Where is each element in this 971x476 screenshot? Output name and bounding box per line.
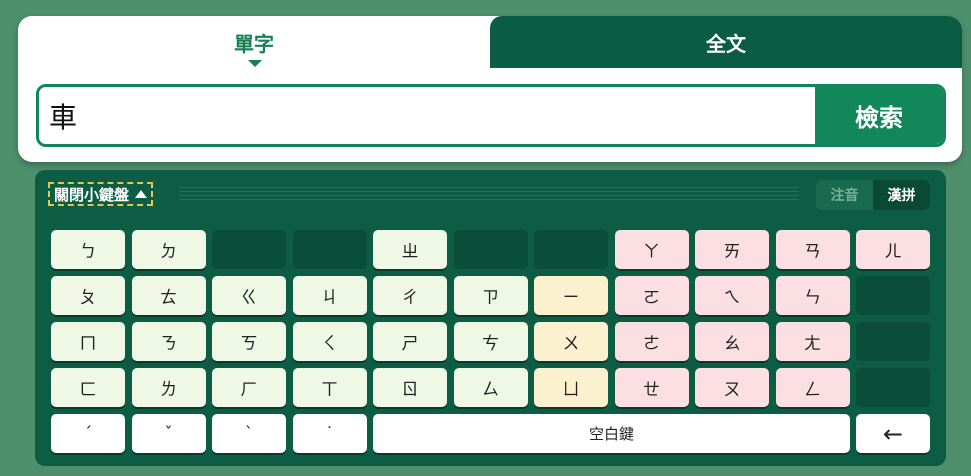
caret-up-icon [135,190,148,198]
zhuyin-key[interactable]: ㄔ [373,276,447,315]
empty-key-slot [453,230,528,269]
zhuyin-keyboard: 關閉小鍵盤 注音 漢拼 ㄅㄉ ㄓ ㄚㄞㄢㄦㄆㄊㄍㄐㄔㄗㄧㄛㄟㄣㄇㄋㄎㄑㄕㄘㄨㄜㄠㄤㄈ… [35,170,946,466]
decorative-lines [179,187,799,201]
zhuyin-key[interactable]: ㄘ [453,322,528,361]
zhuyin-key[interactable]: ㄛ [614,276,689,315]
zhuyin-key[interactable]: ㄠ [695,322,769,361]
neutral-tone-key[interactable]: ˙ [292,414,367,453]
zhuyin-key[interactable]: ㄅ [51,230,125,269]
search-button[interactable]: 檢索 [815,87,943,144]
search-bar: 檢索 [36,84,946,147]
search-input[interactable] [39,87,815,144]
zhuyin-key[interactable]: ㄩ [534,368,608,407]
zhuyin-key[interactable]: ㄊ [131,276,206,315]
zhuyin-key[interactable]: ㄉ [131,230,206,269]
zhuyin-key[interactable]: ㄍ [212,276,286,315]
zhuyin-key[interactable]: ㄗ [453,276,528,315]
tab-single-character[interactable]: 單字 [18,16,490,68]
mode-hanyu-pinyin[interactable]: 漢拼 [873,180,930,210]
active-tab-caret-icon [248,60,262,67]
tone-4-key[interactable]: ˋ [212,414,286,453]
zhuyin-key[interactable]: ㄦ [856,230,930,269]
space-key[interactable]: 空白鍵 [373,414,850,453]
tab-full-text[interactable]: 全文 [490,16,962,68]
backspace-key[interactable]: ← [856,414,930,453]
zhuyin-key[interactable]: ㄕ [373,322,447,361]
zhuyin-key[interactable]: ㄧ [534,276,608,315]
zhuyin-key[interactable]: ㄑ [292,322,367,361]
close-keyboard-button[interactable]: 關閉小鍵盤 [48,182,154,206]
zhuyin-key[interactable]: ㄟ [695,276,769,315]
zhuyin-key[interactable]: ㄌ [131,368,206,407]
mode-zhuyin[interactable]: 注音 [816,180,873,210]
zhuyin-key[interactable]: ㄥ [775,368,850,407]
empty-key-slot [856,368,930,407]
zhuyin-key[interactable]: ㄙ [453,368,528,407]
zhuyin-key[interactable]: ㄆ [51,276,125,315]
zhuyin-key[interactable]: ㄣ [775,276,850,315]
tab-single-character-label: 單字 [234,31,274,56]
tab-full-text-label: 全文 [706,31,746,56]
zhuyin-key[interactable]: ㄡ [695,368,769,407]
tone-3-key[interactable]: ˇ [131,414,206,453]
zhuyin-key[interactable]: ㄜ [614,322,689,361]
empty-key-slot [856,276,930,315]
tone-2-key[interactable]: ˊ [51,414,125,453]
search-panel: 單字 全文 檢索 [18,16,962,162]
close-keyboard-label: 關閉小鍵盤 [54,185,130,204]
zhuyin-key[interactable]: ㄝ [614,368,689,407]
zhuyin-key[interactable]: ㄒ [292,368,367,407]
zhuyin-key[interactable]: ㄏ [212,368,286,407]
zhuyin-key[interactable]: ㄖ [373,368,447,407]
zhuyin-key[interactable]: ㄎ [212,322,286,361]
input-mode-toggle: 注音 漢拼 [816,180,930,210]
zhuyin-key[interactable]: ㄈ [51,368,125,407]
zhuyin-key[interactable]: ㄢ [775,230,850,269]
zhuyin-key[interactable]: ㄤ [775,322,850,361]
zhuyin-key[interactable]: ㄓ [373,230,447,269]
zhuyin-key[interactable]: ㄨ [534,322,608,361]
zhuyin-key[interactable]: ㄚ [614,230,689,269]
zhuyin-key[interactable]: ㄞ [695,230,769,269]
empty-key-slot [292,230,367,269]
empty-key-slot [212,230,286,269]
zhuyin-key[interactable]: ㄇ [51,322,125,361]
zhuyin-key[interactable]: ㄐ [292,276,367,315]
empty-key-slot [534,230,608,269]
zhuyin-key[interactable]: ㄋ [131,322,206,361]
empty-key-slot [856,322,930,361]
